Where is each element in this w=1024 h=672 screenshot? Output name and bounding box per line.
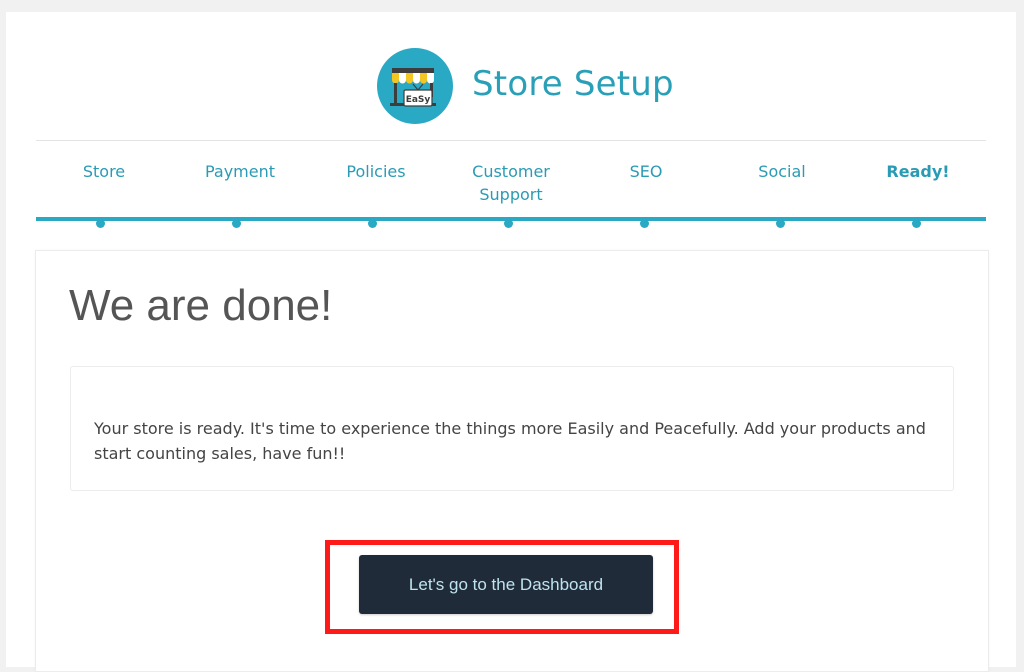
store-awning-icon: EaSy xyxy=(390,68,436,107)
setup-page: EaSy Store Setup Store Payment Policies … xyxy=(6,12,1016,672)
setup-header: EaSy Store Setup xyxy=(6,12,1016,140)
completion-card: We are done! Your store is ready. It's t… xyxy=(35,250,989,672)
step-dot-seo xyxy=(639,219,649,228)
step-dot-customer-support xyxy=(503,219,513,228)
store-logo: EaSy xyxy=(377,48,453,124)
step-dot-ready xyxy=(911,219,921,228)
step-dot-social xyxy=(775,219,785,228)
completion-heading: We are done! xyxy=(69,281,333,330)
setup-steps-nav: Store Payment Policies Customer Support … xyxy=(36,140,986,236)
step-dot-policies xyxy=(367,219,377,228)
go-to-dashboard-button[interactable]: Let's go to the Dashboard xyxy=(359,555,653,614)
step-social[interactable]: Social xyxy=(717,160,847,183)
page-title: Store Setup xyxy=(472,64,674,104)
step-dot-payment xyxy=(231,219,241,228)
step-customer-support[interactable]: Customer Support xyxy=(446,160,576,206)
svg-text:EaSy: EaSy xyxy=(406,95,431,105)
step-ready[interactable]: Ready! xyxy=(853,160,983,183)
completion-message-box: Your store is ready. It's time to experi… xyxy=(70,366,954,491)
step-store[interactable]: Store xyxy=(39,160,169,183)
step-dot-store xyxy=(95,219,105,228)
step-policies[interactable]: Policies xyxy=(311,160,441,183)
step-seo[interactable]: SEO xyxy=(581,160,711,183)
step-payment[interactable]: Payment xyxy=(175,160,305,183)
completion-message: Your store is ready. It's time to experi… xyxy=(94,419,926,463)
